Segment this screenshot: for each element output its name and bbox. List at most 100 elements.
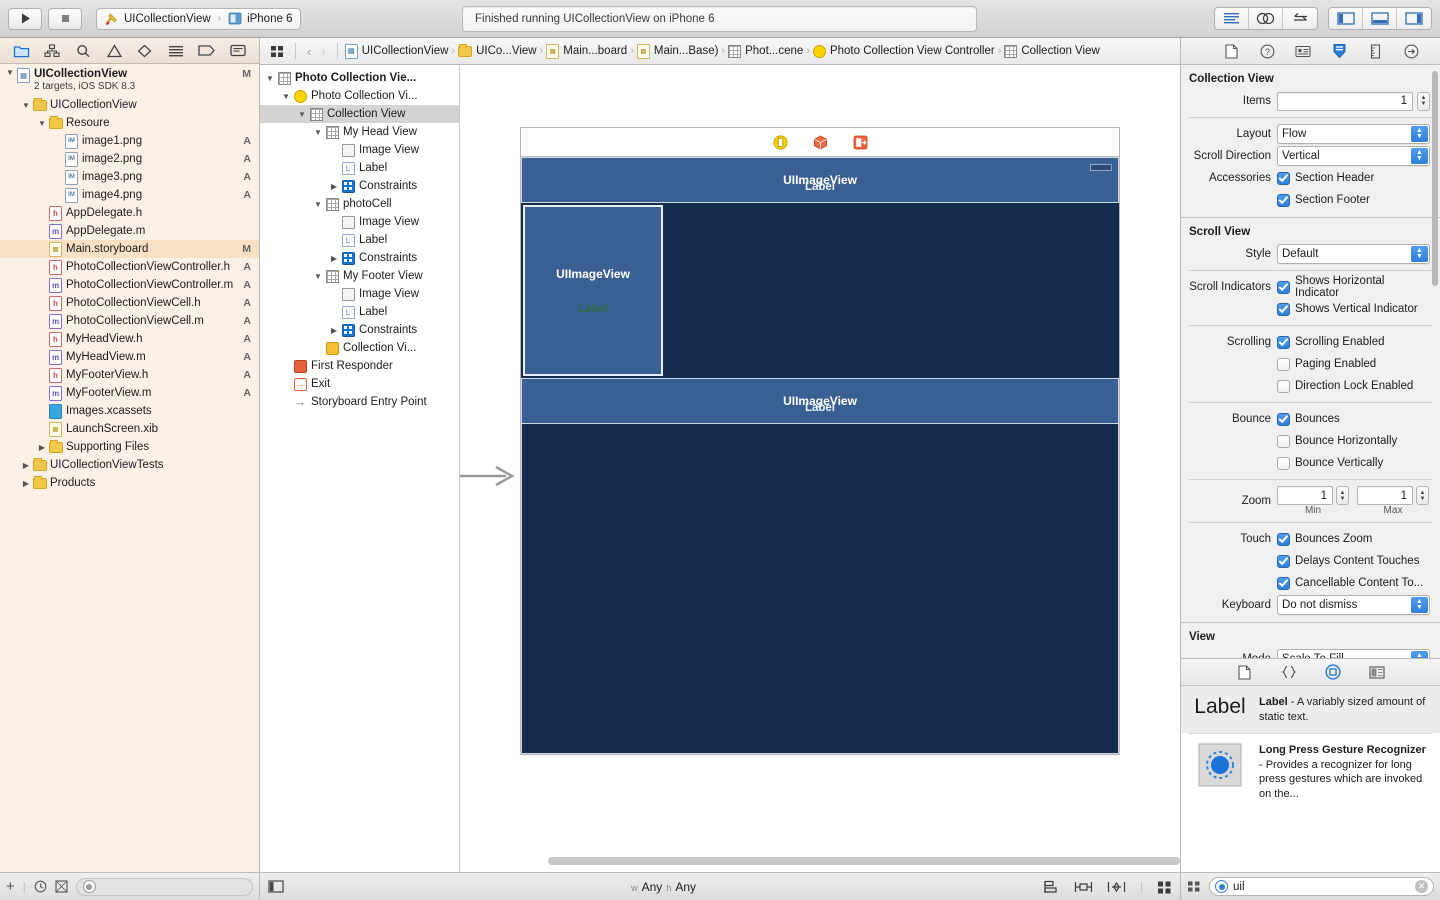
project-file-tree[interactable]: ▼ ▤ UICollectionView 2 targets, iOS SDK … (0, 64, 259, 872)
nav-item-image4-png[interactable]: IM image4.png A (0, 186, 259, 204)
object-library-list[interactable]: Label Label - A variably sized amount of … (1181, 686, 1440, 872)
disclosure-triangle-icon[interactable]: ▼ (280, 92, 292, 101)
disclosure-triangle-icon[interactable]: ▶ (20, 461, 32, 470)
checkbox-direction-lock-enabled[interactable]: Direction Lock Enabled (1277, 377, 1413, 396)
breadcrumb-2[interactable]: UICo...View (458, 43, 537, 57)
checkbox-scrolling-enabled[interactable]: Scrolling Enabled (1277, 333, 1385, 352)
outline-item-storyboard-entry-point[interactable]: → Storyboard Entry Point (260, 393, 459, 411)
assistant-editor-button[interactable] (1249, 8, 1283, 29)
size-inspector-icon[interactable] (1366, 42, 1384, 60)
issue-navigator-icon[interactable] (102, 41, 126, 61)
breadcrumb-6[interactable]: Photo Collection View Controller (812, 44, 995, 58)
standard-editor-button[interactable] (1215, 8, 1249, 29)
nav-item-supporting-files[interactable]: ▶ Supporting Files (0, 438, 259, 456)
search-navigator-icon[interactable] (71, 41, 95, 61)
toggle-utilities-button[interactable] (1397, 8, 1431, 29)
library-item-label[interactable]: Label Label - A variably sized amount of … (1181, 686, 1440, 734)
outline-item-constraints[interactable]: ▶ Constraints (260, 177, 459, 195)
identity-inspector-icon[interactable] (1294, 42, 1312, 60)
exit-icon[interactable] (852, 134, 868, 150)
checkbox-box[interactable] (1277, 335, 1290, 349)
attributes-inspector-icon[interactable] (1330, 42, 1348, 60)
nav-item-appdelegate-h[interactable]: h AppDelegate.h (0, 204, 259, 222)
disclosure-triangle-icon[interactable]: ▼ (312, 272, 324, 281)
disclosure-triangle-icon[interactable]: ▼ (20, 101, 32, 110)
document-outline[interactable]: ▼ Photo Collection Vie... ▼ Photo Collectio… (260, 65, 460, 872)
quick-help-icon[interactable]: ? (1258, 42, 1276, 60)
outline-item-image-view[interactable]: Image View (260, 213, 459, 231)
checkbox-bounce-vertically[interactable]: Bounce Vertically (1277, 454, 1383, 473)
outline-item-first-responder[interactable]: First Responder (260, 357, 459, 375)
size-class-indicator[interactable]: w Any h Any (631, 880, 696, 894)
align-icon[interactable] (1043, 880, 1060, 894)
checkbox-box[interactable] (1277, 193, 1290, 207)
style-popup[interactable]: Default ▲ ▼ (1277, 244, 1430, 264)
nav-item-main-storyboard[interactable]: ▤ Main.storyboard M (0, 240, 259, 258)
zoom-min-input[interactable]: 1 (1277, 486, 1333, 505)
checkbox-box[interactable] (1277, 357, 1290, 371)
nav-item-images-xcassets[interactable]: Images.xcassets (0, 402, 259, 420)
photo-collection-view-scene[interactable]: UIImageView Label UIImageView Label UIIm… (460, 127, 1120, 755)
breadcrumb-1[interactable]: ▤ UICollectionView (344, 43, 448, 59)
disclosure-triangle-icon[interactable]: ▼ (4, 68, 16, 77)
disclosure-triangle-icon[interactable]: ▼ (36, 119, 48, 128)
checkbox-box[interactable] (1277, 576, 1290, 590)
breadcrumb-4[interactable]: ▤ Main...Base) (636, 43, 718, 59)
nav-item-image2-png[interactable]: IM image2.png A (0, 150, 259, 168)
layout-popup[interactable]: Flow ▲ ▼ (1277, 124, 1430, 144)
zoom-min-stepper[interactable]: ▲ ▼ (1336, 486, 1349, 505)
first-responder-icon[interactable] (812, 134, 828, 150)
nav-item-uicollectionview[interactable]: ▼ UICollectionView (0, 96, 259, 114)
related-files-icon[interactable] (266, 45, 288, 58)
items-input[interactable]: 1 (1277, 91, 1413, 111)
run-button[interactable] (8, 7, 42, 30)
disclosure-triangle-icon[interactable]: ▼ (264, 74, 276, 83)
checkbox-box[interactable] (1277, 434, 1290, 448)
toggle-debug-area-button[interactable] (1363, 8, 1397, 29)
debug-navigator-icon[interactable] (164, 41, 188, 61)
outline-item-my-footer-view[interactable]: ▼ My Footer View (260, 267, 459, 285)
mode-popup[interactable]: Scale To Fill ▲▼ (1277, 649, 1430, 658)
disclosure-triangle-icon[interactable]: ▶ (328, 254, 340, 263)
add-button[interactable]: + (6, 878, 15, 895)
items-stepper[interactable]: ▲ ▼ (1417, 91, 1430, 111)
pin-icon[interactable] (1074, 880, 1093, 894)
disclosure-triangle-icon[interactable]: ▶ (20, 479, 32, 488)
outline-item-constraints[interactable]: ▶ Constraints (260, 321, 459, 339)
outline-item-constraints[interactable]: ▶ Constraints (260, 249, 459, 267)
nav-item-photocollectionviewcell-h[interactable]: h PhotoCollectionViewCell.h A (0, 294, 259, 312)
nav-item-myheadview-m[interactable]: m MyHeadView.m A (0, 348, 259, 366)
checkbox-box[interactable] (1277, 554, 1290, 568)
checkbox-delays-content-touches[interactable]: Delays Content Touches (1277, 552, 1419, 571)
outline-item-exit[interactable]: → Exit (260, 375, 459, 393)
disclosure-triangle-icon[interactable]: ▼ (296, 110, 308, 119)
breakpoint-navigator-icon[interactable] (195, 41, 219, 61)
nav-item-myheadview-h[interactable]: h MyHeadView.h A (0, 330, 259, 348)
collection-view-frame[interactable]: UIImageView Label UIImageView Label UIIm… (520, 157, 1120, 755)
checkbox-box[interactable] (1277, 532, 1290, 546)
checkbox-box[interactable] (1277, 379, 1290, 393)
zoom-max-stepper[interactable]: ▲ ▼ (1416, 486, 1429, 505)
back-arrow-icon[interactable]: ‹ (303, 44, 315, 59)
inspector-scrollbar[interactable] (1432, 71, 1438, 286)
recent-files-filter-icon[interactable] (34, 880, 47, 893)
disclosure-triangle-icon[interactable]: ▶ (36, 443, 48, 452)
my-head-view[interactable]: UIImageView Label (521, 157, 1119, 203)
nav-item-photocollectionviewcontroller-m[interactable]: m PhotoCollectionViewController.m A (0, 276, 259, 294)
document-outline-toggle-icon[interactable] (268, 880, 284, 893)
outline-item-collection-vi[interactable]: Collection Vi... (260, 339, 459, 357)
media-library-icon[interactable] (1368, 663, 1386, 681)
breadcrumb-3[interactable]: ▤ Main...board (546, 43, 627, 59)
nav-item-launchscreen-xib[interactable]: ▤ LaunchScreen.xib (0, 420, 259, 438)
stop-button[interactable] (48, 7, 82, 30)
resolve-issues-icon[interactable] (1107, 880, 1126, 894)
checkbox-bounces-zoom[interactable]: Bounces Zoom (1277, 530, 1372, 549)
source-control-filter-icon[interactable] (55, 880, 68, 893)
checkbox-box[interactable] (1277, 302, 1290, 316)
checkbox-box[interactable] (1277, 280, 1290, 294)
photo-cell[interactable]: UIImageView Label (523, 205, 663, 376)
checkbox-cancellable-content-to[interactable]: Cancellable Content To... (1277, 574, 1423, 593)
canvas-scrollbar-thumb[interactable] (548, 857, 1180, 865)
nav-item-uicollectionviewtests[interactable]: ▶ UICollectionViewTests (0, 456, 259, 474)
checkbox-shows-vertical-indicator[interactable]: Shows Vertical Indicator (1277, 300, 1418, 319)
